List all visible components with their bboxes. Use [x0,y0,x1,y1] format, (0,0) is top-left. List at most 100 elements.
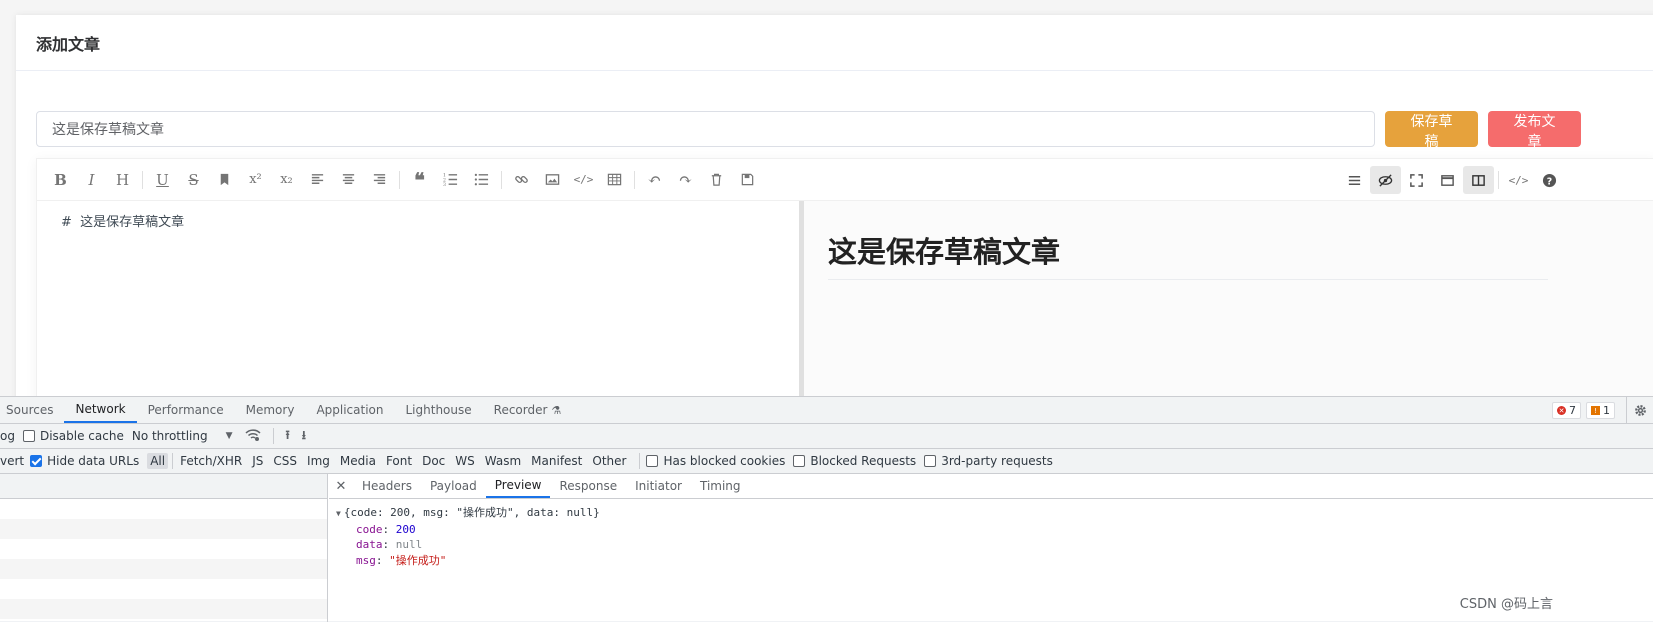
preserve-log-label[interactable]: og [0,429,15,443]
tab-sources[interactable]: Sources [0,397,64,423]
detail-tab-bar: ✕ Headers Payload Preview Response Initi… [329,474,1653,499]
link-icon[interactable] [506,166,537,194]
code-icon[interactable]: </> [568,166,599,194]
blocked-requests-box[interactable] [793,455,806,467]
request-row[interactable] [0,499,327,519]
toolbar-divider [172,453,174,469]
export-har-icon[interactable]: ⭳ [302,426,306,447]
strikethrough-icon[interactable]: S [178,166,209,194]
errors-badge[interactable]: ✕ 7 [1552,402,1581,419]
has-blocked-cookies-box[interactable] [646,455,659,467]
filter-fetch-xhr[interactable]: Fetch/XHR [177,453,245,469]
throttling-select[interactable]: No throttling ▼ [132,429,233,443]
align-left-icon[interactable] [302,166,333,194]
italic-icon[interactable]: I [76,166,107,194]
network-conditions-icon[interactable] [245,428,261,445]
app-page: 添加文章 保存草稿 发布文章 B I H U S x² x₂ ❝ [0,0,1653,425]
read-mode-icon[interactable] [1432,166,1463,194]
invert-label[interactable]: vert [0,454,24,468]
json-key: data [356,538,383,551]
tab-lighthouse[interactable]: Lighthouse [395,397,483,423]
tab-headers[interactable]: Headers [353,474,421,498]
dropdown-arrow-icon: ▼ [225,431,233,441]
third-party-box[interactable] [924,455,937,467]
import-har-icon[interactable]: ⭱ [286,426,290,447]
heading-icon[interactable]: H [107,166,138,194]
flask-icon: ⚗ [551,403,562,417]
table-icon[interactable] [599,166,630,194]
tab-memory[interactable]: Memory [235,397,306,423]
underline-icon[interactable]: U [147,166,178,194]
save-draft-button[interactable]: 保存草稿 [1385,111,1478,150]
tab-preview[interactable]: Preview [485,474,551,498]
request-row[interactable] [0,599,327,619]
bold-icon[interactable]: B [45,166,76,194]
tab-timing[interactable]: Timing [691,474,750,498]
trash-icon[interactable] [701,166,732,194]
filter-other[interactable]: Other [589,453,629,469]
navigation-icon[interactable] [1339,166,1370,194]
toolbar-divider [399,170,400,189]
article-title-input[interactable] [36,111,1375,147]
preview-toggle-icon[interactable] [1370,166,1401,194]
request-row[interactable] [0,539,327,559]
filter-font[interactable]: Font [383,453,415,469]
filter-css[interactable]: CSS [270,453,300,469]
redo-icon[interactable]: ↷ [670,166,701,194]
json-value: 200 [395,522,416,536]
align-center-icon[interactable] [333,166,364,194]
filter-doc[interactable]: Doc [419,453,448,469]
fullscreen-icon[interactable] [1401,166,1432,194]
image-icon[interactable] [537,166,568,194]
save-icon[interactable] [732,166,763,194]
hide-data-urls-box[interactable] [30,455,43,467]
filter-wasm[interactable]: Wasm [482,453,524,469]
tab-payload[interactable]: Payload [421,474,486,498]
expand-triangle-icon[interactable]: ▼ [336,509,341,518]
request-row[interactable] [0,519,327,539]
request-row[interactable] [0,579,327,599]
errors-count: 7 [1569,404,1576,417]
filter-manifest[interactable]: Manifest [528,453,585,469]
has-blocked-cookies-checkbox[interactable]: Has blocked cookies [646,454,785,468]
tab-initiator[interactable]: Initiator [626,474,691,498]
superscript-icon[interactable]: x² [240,166,271,194]
warnings-badge[interactable]: ! 1 [1586,402,1615,419]
tab-recorder-label: Recorder [493,403,548,417]
html-code-icon[interactable]: </> [1503,166,1534,194]
tab-network[interactable]: Network [64,397,137,423]
ordered-list-icon[interactable]: 123 [435,166,466,194]
network-toolbar: og Disable cache No throttling ▼ ⭱ ⭳ [0,424,1653,449]
filter-js[interactable]: JS [249,453,266,469]
hide-data-urls-checkbox[interactable]: Hide data URLs [30,454,139,468]
close-icon[interactable]: ✕ [329,474,353,498]
third-party-checkbox[interactable]: 3rd-party requests [924,454,1053,468]
undo-icon[interactable]: ↶ [639,166,670,194]
request-row[interactable] [0,559,327,579]
json-row-code: code: 200 [356,522,416,536]
help-icon[interactable]: ? [1534,166,1565,194]
subfield-icon[interactable] [1463,166,1494,194]
settings-gear-icon[interactable] [1626,397,1653,424]
disable-cache-checkbox[interactable]: Disable cache [22,429,124,443]
filter-all[interactable]: All [147,453,169,469]
tab-application[interactable]: Application [305,397,394,423]
publish-button[interactable]: 发布文章 [1488,111,1581,150]
json-root[interactable]: ▼ {code: 200, msg: "操作成功", data: null} [336,505,1653,522]
devtools-panel: Sources Network Performance Memory Appli… [0,396,1653,622]
devtools-tab-bar: Sources Network Performance Memory Appli… [0,397,1653,424]
markdown-edit-pane[interactable]: # 这是保存草稿文章 [37,201,799,409]
filter-ws[interactable]: WS [452,453,477,469]
unordered-list-icon[interactable] [466,166,497,194]
tab-performance[interactable]: Performance [137,397,235,423]
disable-cache-box[interactable] [22,430,35,442]
tab-response[interactable]: Response [550,474,626,498]
filter-media[interactable]: Media [337,453,379,469]
blocked-requests-checkbox[interactable]: Blocked Requests [793,454,916,468]
filter-img[interactable]: Img [304,453,333,469]
tab-recorder[interactable]: Recorder ⚗ [483,397,573,423]
subscript-icon[interactable]: x₂ [271,166,302,194]
quote-icon[interactable]: ❝ [404,166,435,194]
mark-icon[interactable] [209,166,240,194]
align-right-icon[interactable] [364,166,395,194]
